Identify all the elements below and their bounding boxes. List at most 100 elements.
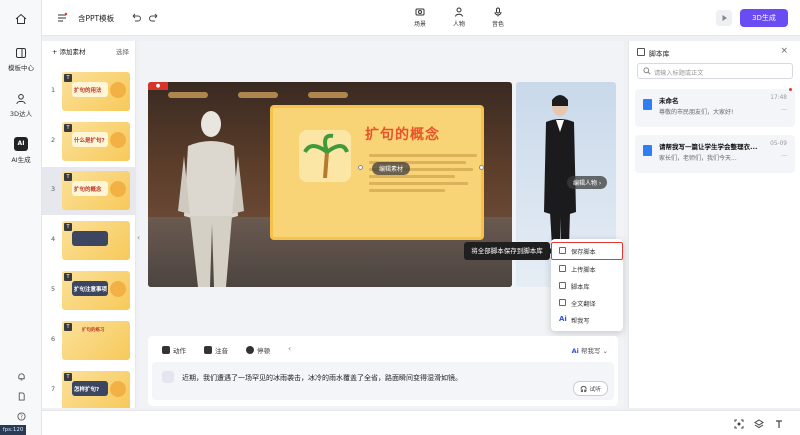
- template-icon: [16, 48, 26, 58]
- menu-label: 保存脚本: [571, 249, 596, 256]
- slide-thumb-text: 扩句的练习: [82, 328, 105, 333]
- tool-label: 场景: [413, 21, 426, 28]
- script-library-panel: 脚本库 × 请输入标题或正文 未命名 17:48 尊敬的市民朋友们，大家好! ·…: [628, 41, 800, 408]
- menu-help-write[interactable]: Ai 帮我写: [551, 311, 623, 329]
- help-icon: ?: [16, 412, 26, 421]
- tool-person[interactable]: 人物: [447, 7, 471, 28]
- menu-translate[interactable]: 全文翻译: [551, 294, 623, 312]
- chevron-left-icon[interactable]: ‹: [288, 344, 291, 353]
- edit-material-button[interactable]: 编辑素材: [372, 162, 411, 175]
- rail-3d-avatar[interactable]: 3D达人: [0, 93, 42, 118]
- mannequin-avatar[interactable]: [176, 106, 246, 287]
- action-icon: [162, 346, 170, 354]
- text-badge-icon: T: [64, 124, 72, 132]
- layers-icon[interactable]: [754, 419, 764, 429]
- slide-body-text: [369, 154, 477, 196]
- undo-icon[interactable]: [130, 12, 142, 24]
- slide-thumbnail: T 扩句的概念: [62, 171, 130, 210]
- generate-3d-button[interactable]: 3D生成: [740, 9, 788, 27]
- slide-number: 7: [51, 385, 56, 393]
- slides-header: + 添加素材 选择: [42, 41, 135, 57]
- tool-voice[interactable]: 音色: [486, 7, 510, 28]
- script-menu: 保存脚本 上传脚本 脚本库 全文翻译 Ai 帮我写: [551, 239, 623, 331]
- slide-number: 5: [51, 285, 56, 293]
- tool-label: 音色: [491, 21, 504, 28]
- phonetic-icon: [204, 346, 212, 354]
- screenshot-icon[interactable]: [734, 419, 744, 429]
- script-card[interactable]: 请帮我写一篇让学生学会整理衣... 05-09 家长们，老师们，我们今天... …: [635, 135, 795, 173]
- edit-person-button[interactable]: 编辑人物 ›: [567, 176, 608, 189]
- top-header: 含PPT模板 场景 人物 音色 3D生成: [42, 0, 800, 36]
- tool-label: 人物: [452, 21, 465, 28]
- script-card[interactable]: 未命名 17:48 尊敬的市民朋友们，大家好! ···: [635, 88, 795, 127]
- slide-item-7[interactable]: 7 T 怎样扩句?: [42, 367, 135, 408]
- close-icon[interactable]: ×: [780, 46, 788, 56]
- search-input[interactable]: 请输入标题或正文: [637, 63, 793, 79]
- resize-handle-icon[interactable]: [479, 165, 484, 170]
- slide-thumbnail: T 扩句的练习: [62, 321, 130, 360]
- more-icon[interactable]: ···: [781, 107, 787, 114]
- document-icon: [643, 145, 652, 156]
- menu-label: 脚本库: [571, 284, 590, 291]
- edit-person-label: 编辑人物: [573, 180, 598, 187]
- script-text-area[interactable]: 近期，我们遭遇了一场罕见的冰雨袭击，冰冷的雨水覆盖了全省，路面瞬间变得湿滑如镜。…: [152, 362, 614, 400]
- collapse-panel-icon[interactable]: ‹: [137, 233, 140, 242]
- slide-item-2[interactable]: 2 T 什么是扩句?: [42, 118, 135, 166]
- slide-item-5[interactable]: 5 T 扩句注意事项: [42, 267, 135, 315]
- text-badge-icon: T: [64, 74, 72, 82]
- resize-handle-icon[interactable]: [358, 165, 363, 170]
- rail-help[interactable]: ?: [0, 412, 42, 423]
- slide-number: 1: [51, 86, 56, 94]
- more-icon[interactable]: ···: [781, 153, 787, 160]
- translate-icon: [559, 299, 566, 306]
- rail-docs[interactable]: [0, 392, 42, 403]
- slide-item-6[interactable]: 6 T 扩句的练习: [42, 317, 135, 365]
- slide-title: 扩句的概念: [365, 127, 440, 143]
- card-title: 请帮我写一篇让学生学会整理衣...: [659, 143, 758, 151]
- rail-ai-generate[interactable]: AI AI生成: [0, 137, 42, 164]
- select-button[interactable]: 选择: [116, 46, 129, 56]
- pause-tool[interactable]: 停顿: [246, 345, 270, 355]
- slides-panel: + 添加素材 选择 1 T 扩句的用法 2 T 什么是扩句? 3 T 扩句的概念 4 …: [42, 41, 136, 408]
- rail-template-center[interactable]: 模板中心: [0, 47, 42, 72]
- menu-upload-script[interactable]: 上传脚本: [551, 260, 623, 278]
- help-write-label: 帮我写: [580, 347, 601, 355]
- slide-item-4[interactable]: 4 T: [42, 217, 135, 265]
- rail-label: 模板中心: [8, 64, 34, 72]
- doc-title[interactable]: 含PPT模板: [78, 13, 114, 24]
- text-badge-icon: T: [64, 273, 72, 281]
- left-rail: 模板中心 3D达人 AI AI生成 ? fps:120: [0, 0, 42, 435]
- tool-scene[interactable]: 场景: [408, 7, 432, 28]
- tool-label: 注音: [215, 347, 228, 355]
- script-editor: 动作 注音 停顿 ‹ Ai 帮我写 ⌄ 近期，我们遭遇了一场罕见的冰雨袭击，冰冷…: [148, 336, 618, 406]
- listen-button[interactable]: 🎧 试听: [573, 381, 608, 396]
- card-title: 未命名: [659, 97, 679, 105]
- help-write-button[interactable]: Ai 帮我写 ⌄: [572, 345, 608, 355]
- menu-script-library[interactable]: 脚本库: [551, 277, 623, 295]
- slide-item-3[interactable]: 3 T 扩句的概念: [42, 167, 135, 215]
- ai-badge-icon: AI: [14, 137, 28, 151]
- slide-thumb-text: 扩句的概念: [74, 187, 102, 193]
- upload-icon: [559, 265, 566, 272]
- slide-thumbnail: T: [62, 221, 130, 260]
- search-placeholder: 请输入标题或正文: [654, 70, 704, 77]
- rail-notification[interactable]: [0, 372, 42, 383]
- rail-label: 3D达人: [9, 110, 33, 118]
- menu-icon[interactable]: [56, 12, 68, 24]
- redo-icon[interactable]: [148, 12, 160, 24]
- rail-home[interactable]: [0, 13, 42, 28]
- slide-thumbnail: T 扩句注意事项: [62, 271, 130, 310]
- text-icon[interactable]: [774, 419, 784, 429]
- slide-item-1[interactable]: 1 T 扩句的用法: [42, 68, 135, 116]
- magic-wand-icon[interactable]: [162, 371, 174, 383]
- preview-play-button[interactable]: [716, 10, 732, 26]
- add-material-button[interactable]: + 添加素材: [52, 46, 86, 56]
- menu-label: 全文翻译: [571, 301, 596, 308]
- action-tool[interactable]: 动作: [162, 345, 186, 355]
- document-icon: [643, 99, 652, 110]
- slide-thumb-text: 什么是扩句?: [74, 138, 105, 144]
- slide-thumbnail: T 扩句的用法: [62, 72, 130, 111]
- menu-save-script[interactable]: 保存脚本: [551, 242, 623, 260]
- phonetic-tool[interactable]: 注音: [204, 345, 228, 355]
- script-text[interactable]: 近期，我们遭遇了一场罕见的冰雨袭击，冰冷的雨水覆盖了全省，路面瞬间变得湿滑如镜。: [182, 373, 462, 383]
